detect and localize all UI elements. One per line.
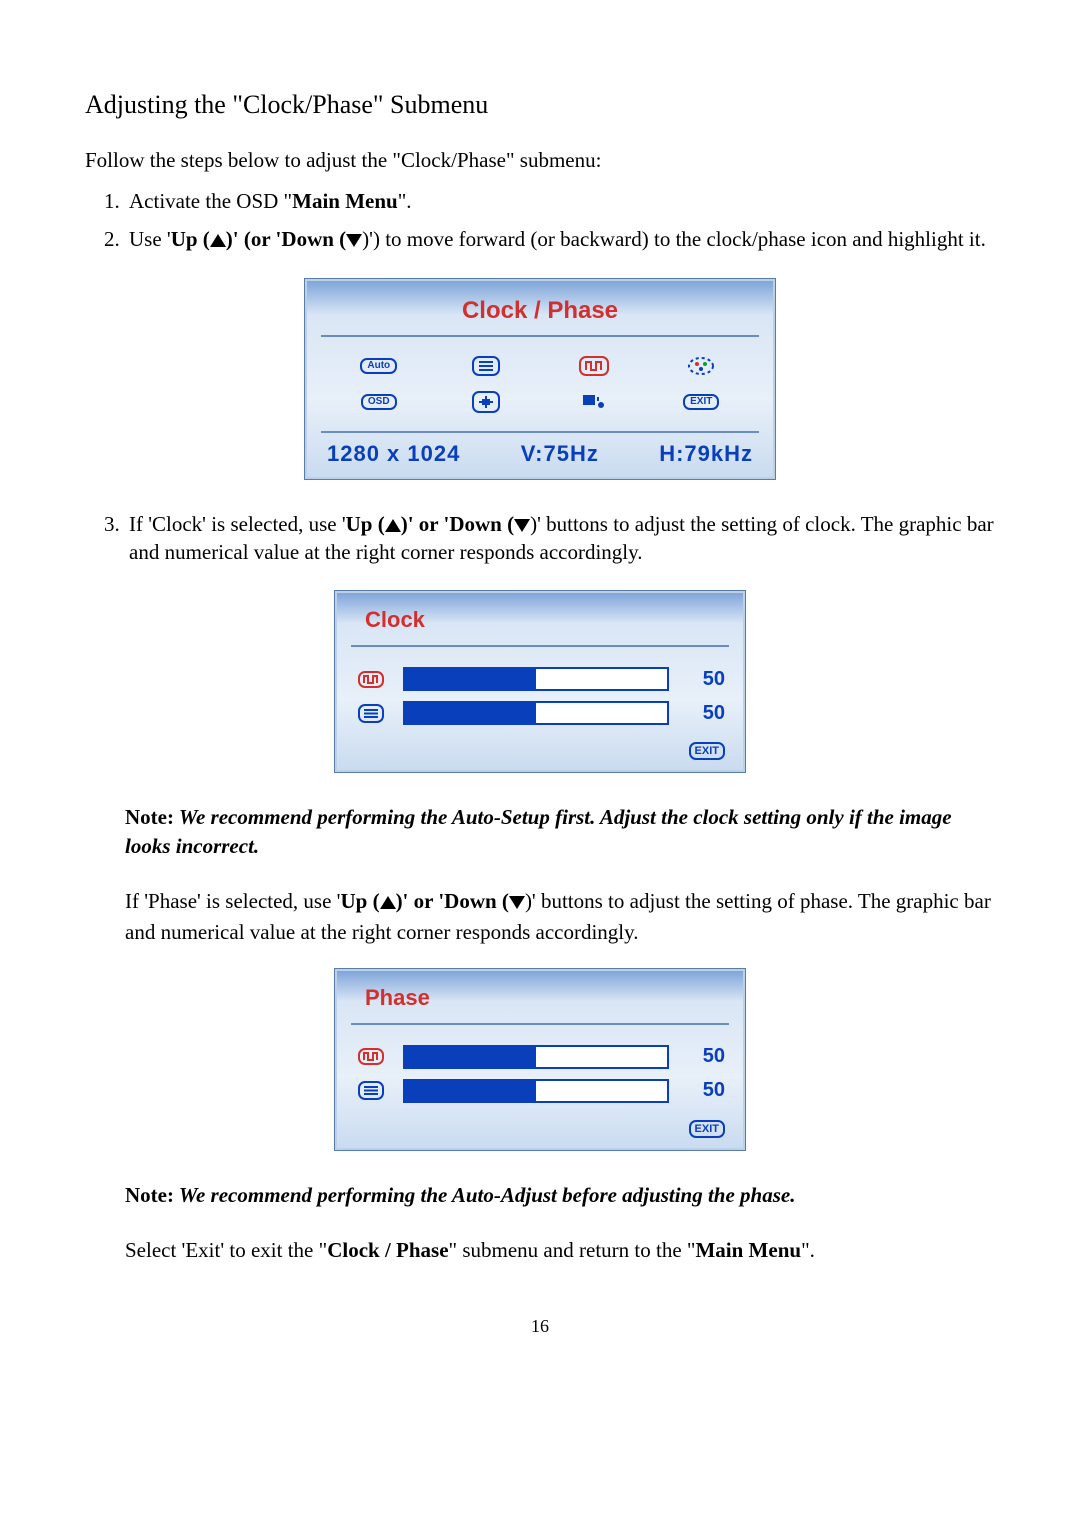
misc-icon <box>572 387 616 417</box>
osd-status-line: 1280 x 1024 V:75Hz H:79kHz <box>321 433 759 469</box>
triangle-down-icon <box>509 896 525 909</box>
exit-icon: EXIT <box>679 387 723 417</box>
position-icon <box>464 387 508 417</box>
final-paragraph: Select 'Exit' to exit the "Clock / Phase… <box>125 1235 995 1265</box>
osd-main-title: Clock / Phase <box>321 297 759 325</box>
phase-slider-1 <box>403 1045 669 1069</box>
phase-slider-row-2: 50 <box>355 1079 725 1103</box>
clock-exit-icon: EXIT <box>689 742 725 760</box>
page-number: 16 <box>85 1316 995 1337</box>
phase-exit-icon: EXIT <box>689 1120 725 1138</box>
note-1: Note: We recommend performing the Auto-S… <box>125 803 955 860</box>
clock-sliders: 50 50 EXIT <box>351 645 729 764</box>
step-1: Activate the OSD "Main Menu". <box>125 187 995 215</box>
osd-phase-box: Phase 50 <box>334 968 746 1151</box>
triangle-up-icon <box>380 896 396 909</box>
triangle-up-icon <box>385 519 401 532</box>
vfreq-text: V:75Hz <box>521 441 599 467</box>
step-3: If 'Clock' is selected, use 'Up ()' or '… <box>125 510 995 567</box>
clock-slider-row-2: 50 <box>355 701 725 725</box>
osd-clock-figure: Clock 50 <box>85 590 995 773</box>
clock-slider-row-1: 50 <box>355 667 725 691</box>
document-page: Adjusting the "Clock/Phase" Submenu Foll… <box>0 0 1080 1397</box>
osd-phase-title: Phase <box>351 985 729 1011</box>
color-icon <box>679 351 723 381</box>
phase-value-1: 50 <box>685 1045 725 1068</box>
triangle-down-icon <box>346 234 362 247</box>
osd-clock-box: Clock 50 <box>334 590 746 773</box>
phase-value-2: 50 <box>685 1079 725 1102</box>
clock-phase-icon <box>572 351 616 381</box>
section-heading: Adjusting the "Clock/Phase" Submenu <box>85 90 995 120</box>
steps-list: Activate the OSD "Main Menu". Use 'Up ()… <box>85 187 995 254</box>
triangle-down-icon <box>514 519 530 532</box>
steps-list-continued: If 'Clock' is selected, use 'Up ()' or '… <box>85 510 995 567</box>
intro-text: Follow the steps below to adjust the "Cl… <box>85 148 995 173</box>
phase-slider-2 <box>403 1079 669 1103</box>
phase-paragraph: If 'Phase' is selected, use 'Up ()' or '… <box>125 886 995 947</box>
note-2: Note: We recommend performing the Auto-A… <box>125 1181 955 1209</box>
triangle-up-icon <box>210 234 226 247</box>
osd-clock-title: Clock <box>351 607 729 633</box>
resolution-text: 1280 x 1024 <box>327 441 460 467</box>
osd-main-box: Clock / Phase Auto <box>304 278 776 480</box>
auto-icon: Auto <box>357 351 401 381</box>
osd-setup-icon: OSD <box>357 387 401 417</box>
hfreq-text: H:79kHz <box>659 441 753 467</box>
osd-icon-grid: Auto OSD <box>321 335 759 433</box>
clock-value-1: 50 <box>685 668 725 691</box>
phase-sliders: 50 50 EXIT <box>351 1023 729 1142</box>
clock-value-2: 50 <box>685 702 725 725</box>
osd-main-figure: Clock / Phase Auto <box>85 278 995 480</box>
step-2: Use 'Up ()' (or 'Down ()') to move forwa… <box>125 225 995 253</box>
clock-slider-2 <box>403 701 669 725</box>
osd-phase-figure: Phase 50 <box>85 968 995 1151</box>
menu-icon <box>464 351 508 381</box>
clock-wave-icon <box>355 1048 387 1065</box>
phase-lines-icon <box>355 1081 387 1100</box>
clock-wave-icon <box>355 671 387 688</box>
phase-lines-icon <box>355 704 387 723</box>
clock-slider-1 <box>403 667 669 691</box>
phase-slider-row-1: 50 <box>355 1045 725 1069</box>
